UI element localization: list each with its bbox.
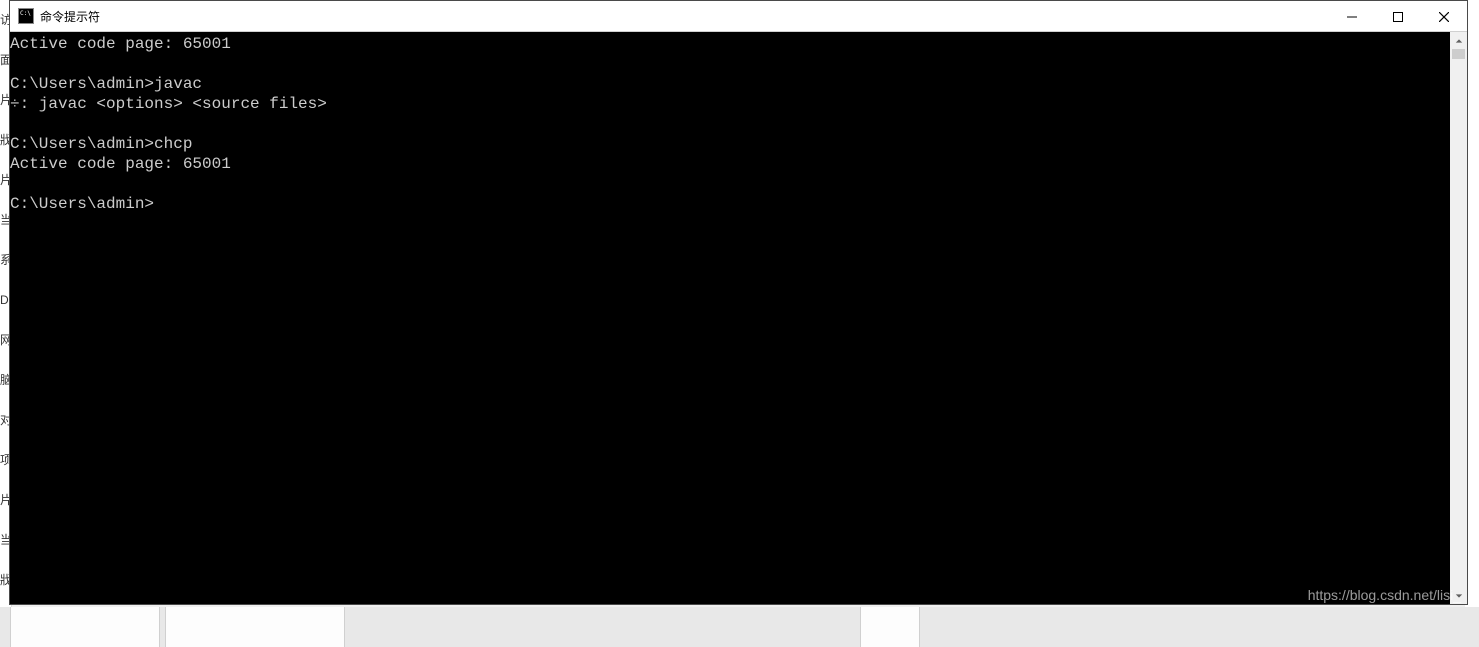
chevron-down-icon [1455,592,1463,600]
chevron-up-icon [1455,37,1463,45]
taskbar-item[interactable] [165,607,345,647]
close-icon [1439,12,1449,22]
minimize-button[interactable] [1329,1,1375,32]
window-controls [1329,1,1467,32]
window-title: 命令提示符 [40,8,100,25]
client-area: Active code page: 65001 C:\Users\admin>j… [10,32,1467,604]
vertical-scrollbar[interactable] [1450,32,1467,604]
taskbar-item[interactable] [10,607,160,647]
scroll-thumb[interactable] [1452,49,1465,59]
cmd-icon [18,8,34,24]
titlebar[interactable]: 命令提示符 [10,1,1467,32]
scroll-down-button[interactable] [1450,587,1467,604]
background-taskbar [0,607,1479,647]
cmd-window: 命令提示符 Active code page: 65001 C:\Users\a… [9,0,1468,605]
taskbar-item[interactable] [860,607,920,647]
maximize-icon [1393,12,1403,22]
scroll-up-button[interactable] [1450,32,1467,49]
close-button[interactable] [1421,1,1467,32]
scroll-track[interactable] [1450,49,1467,587]
maximize-button[interactable] [1375,1,1421,32]
minimize-icon [1347,12,1357,22]
console-output[interactable]: Active code page: 65001 C:\Users\admin>j… [10,32,1450,604]
